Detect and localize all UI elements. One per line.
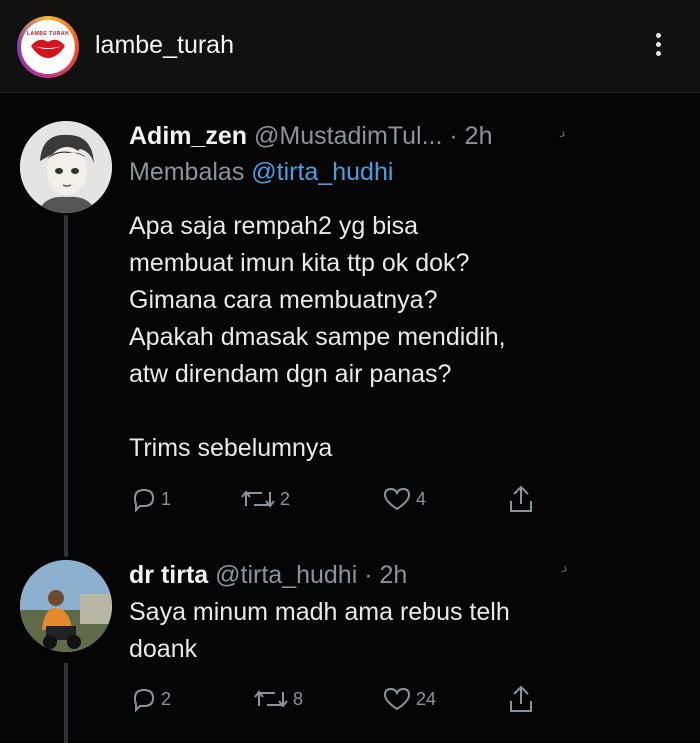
like-button[interactable]: 24 (382, 686, 436, 712)
reply-count: 1 (161, 488, 172, 509)
share-button[interactable] (507, 684, 535, 714)
anime-avatar-icon (20, 121, 112, 213)
like-count: 4 (416, 488, 427, 509)
reply-prefix: Membalas (129, 158, 245, 186)
tweet-header: Adim_zen @MustadimTul... · 2h (129, 122, 492, 151)
heart-icon (383, 487, 411, 511)
share-icon (510, 485, 532, 512)
retweet-count: 2 (280, 488, 291, 509)
like-count: 24 (416, 688, 437, 709)
reply-count: 2 (161, 688, 172, 709)
instagram-header: LAMBE TURAH lambe_turah (0, 0, 700, 93)
retweet-button[interactable]: 8 (253, 686, 303, 712)
reply-button[interactable]: 2 (131, 686, 171, 712)
user-avatar[interactable] (20, 560, 112, 652)
user-handle[interactable]: @tirta_hudhi (215, 561, 357, 589)
retweet-count: 8 (293, 688, 304, 709)
user-avatar[interactable] (20, 121, 112, 213)
user-handle[interactable]: @MustadimTul... (254, 122, 442, 150)
profile-avatar[interactable]: LAMBE TURAH (17, 16, 79, 78)
display-name[interactable]: Adim_zen (129, 122, 247, 150)
share-icon (510, 685, 532, 712)
profile-username[interactable]: lambe_turah (95, 31, 234, 60)
share-button[interactable] (507, 484, 535, 514)
tweet-time: · 2h (449, 122, 493, 150)
thread-connector-line (64, 215, 68, 557)
heart-icon (383, 687, 411, 711)
tweet-body: Apa saja rempah2 yg bisa membuat imun ki… (129, 212, 506, 462)
tweet-time: · 2h (364, 561, 408, 589)
reply-icon (133, 488, 155, 512)
tweet-header: dr tirta @tirta_hudhi · 2h (129, 561, 407, 590)
display-name[interactable]: dr tirta (129, 561, 208, 589)
reply-icon (133, 688, 155, 712)
retweet-button[interactable]: 2 (240, 486, 290, 512)
tweet-body: Saya minum madh ama rebus telh doank (129, 598, 510, 663)
retweet-icon (254, 690, 288, 708)
retweet-icon (241, 490, 275, 508)
more-options-icon[interactable] (646, 33, 670, 63)
reply-context: Membalas @tirta_hudhi (129, 158, 393, 187)
avatar-logo: LAMBE TURAH (21, 20, 75, 74)
rider-photo-icon (20, 560, 112, 652)
thread-connector-line (64, 663, 68, 743)
lips-icon (31, 39, 65, 58)
reply-mention[interactable]: @tirta_hudhi (251, 158, 393, 186)
like-button[interactable]: 4 (382, 486, 426, 512)
reply-button[interactable]: 1 (131, 486, 171, 512)
